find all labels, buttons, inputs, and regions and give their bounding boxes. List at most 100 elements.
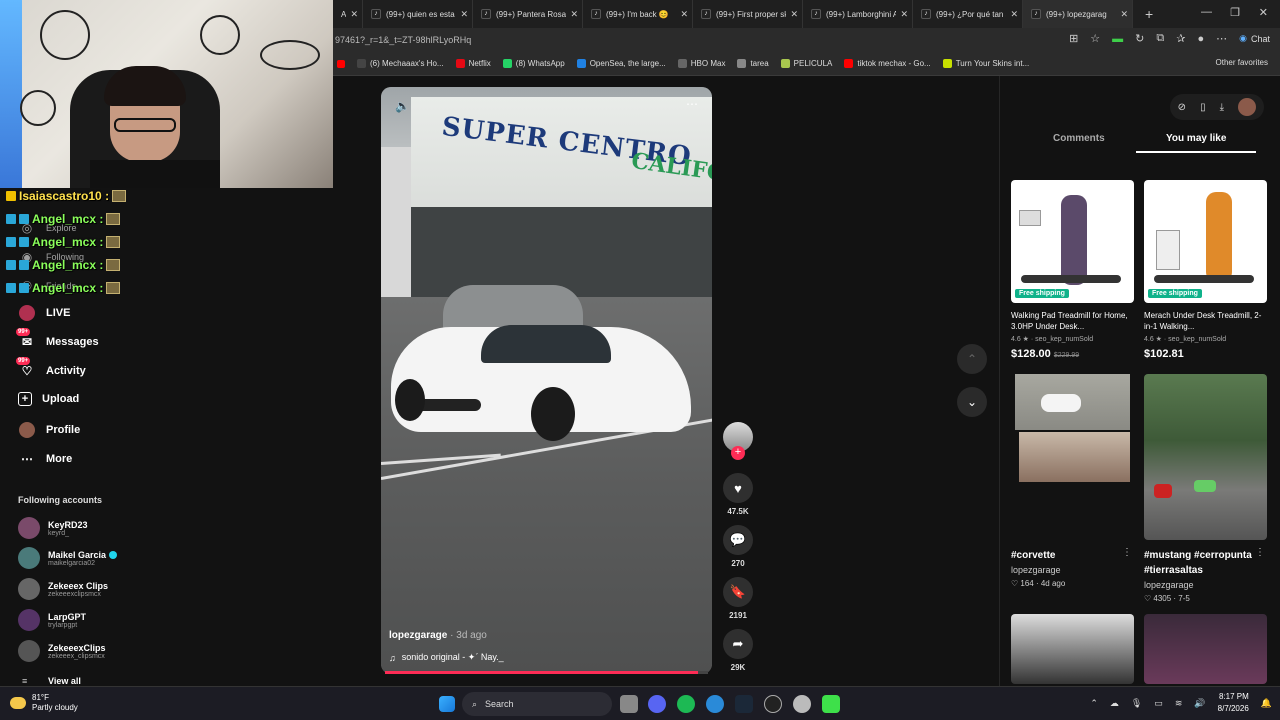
display-icon[interactable]: ▭: [1154, 698, 1163, 709]
youtube-icon[interactable]: [337, 59, 345, 68]
close-icon[interactable]: ✕: [900, 9, 908, 20]
next-video-button[interactable]: ⌄: [957, 387, 987, 417]
heart-icon[interactable]: ♥: [723, 473, 753, 503]
url-text[interactable]: 97461?_r=1&_t=ZT-98hlRLyoRHq: [335, 35, 471, 45]
browser-tab-partial[interactable]: A ✕: [333, 0, 363, 28]
browser-tab[interactable]: ♪ (99+) I'm back 😊 ✕: [583, 0, 693, 28]
more-options-icon[interactable]: ⋮: [1122, 547, 1132, 558]
close-icon[interactable]: ✕: [1010, 9, 1018, 20]
product-card[interactable]: Free shipping Walking Pad Treadmill for …: [1011, 180, 1134, 360]
cloud-icon[interactable]: ☁: [1110, 698, 1119, 709]
copilot-chat-button[interactable]: ◉ Chat: [1239, 33, 1270, 44]
browser-tab[interactable]: ♪ (99+) First proper sk ✕: [693, 0, 803, 28]
settings-icon[interactable]: [793, 695, 811, 713]
phone-icon[interactable]: ▯: [1200, 102, 1206, 113]
comment-icon[interactable]: 💬: [723, 525, 753, 555]
product-thumbnail[interactable]: Free shipping: [1144, 180, 1267, 303]
favorite-link[interactable]: PELICULA: [780, 59, 832, 68]
sidebar-item-profile[interactable]: Profile: [18, 421, 80, 439]
following-account[interactable]: KeyRD23 keyrd_: [18, 517, 88, 539]
new-tab-button[interactable]: +: [1145, 6, 1153, 22]
download-icon[interactable]: ⤓: [1220, 102, 1224, 113]
favorite-link[interactable]: tarea: [737, 59, 769, 68]
browser-tab-active[interactable]: ♪ (99+) lopezgarag ✕: [1023, 0, 1133, 28]
following-account[interactable]: LarpGPT trylarpgpt: [18, 609, 86, 631]
browser-tab[interactable]: ♪ (99+) ¿Por qué tan sc ✕: [913, 0, 1023, 28]
mute-icon[interactable]: 🔈: [395, 99, 410, 113]
view-all-link[interactable]: View all: [48, 676, 81, 686]
follow-plus-button[interactable]: +: [731, 446, 745, 460]
kick-icon[interactable]: [822, 695, 840, 713]
discord-icon[interactable]: [648, 695, 666, 713]
steam-icon[interactable]: [735, 695, 753, 713]
spotify-icon[interactable]: [677, 695, 695, 713]
tab-you-may-like[interactable]: You may like: [1166, 133, 1226, 144]
windows-start-icon[interactable]: [439, 696, 455, 712]
sidebar-item-live[interactable]: LIVE: [18, 304, 70, 322]
related-video-card[interactable]: ⋮ #corvette lopezgarage ♡ 164 · 4d ago: [1011, 374, 1134, 588]
favorite-link[interactable]: (6) Mechaaax's Ho...: [357, 59, 444, 68]
share-icon[interactable]: ➦: [723, 629, 753, 659]
notification-icon[interactable]: 🔔: [1261, 698, 1272, 709]
following-account[interactable]: Zekeeex Clips zekeeexclipsmcx: [18, 578, 108, 600]
favorite-star-icon[interactable]: ☆: [1090, 32, 1100, 45]
close-icon[interactable]: ✕: [460, 9, 468, 20]
minimize-icon[interactable]: —: [1201, 6, 1212, 18]
related-video-card[interactable]: ⋮ #mustang #cerropunta #tierrasaltas lop…: [1144, 374, 1267, 603]
browser-tab[interactable]: ♪ (99+) Pantera Rosa h ✕: [473, 0, 583, 28]
following-account[interactable]: ZekeeexClips zekeeex_clipsmcx: [18, 640, 106, 662]
like-button[interactable]: ♥ 47.5K: [723, 473, 753, 516]
tab-comments[interactable]: Comments: [1053, 133, 1105, 144]
sidebar-item-activity[interactable]: ♡ 99+ Activity: [16, 357, 86, 380]
product-thumbnail[interactable]: Free shipping: [1011, 180, 1134, 303]
sidebar-item-more[interactable]: ⋯ More: [18, 450, 72, 468]
extension-icon[interactable]: ▬: [1112, 33, 1123, 45]
other-favorites-folder[interactable]: Other favorites: [1216, 58, 1268, 67]
wifi-icon[interactable]: ≋: [1175, 698, 1183, 709]
more-options-icon[interactable]: ⋯: [1216, 32, 1227, 45]
bookmark-icon[interactable]: 🔖: [723, 577, 753, 607]
favorite-link[interactable]: (8) WhatsApp: [502, 59, 565, 68]
related-video-thumbnail[interactable]: [1011, 374, 1134, 544]
split-screen-icon[interactable]: ⊞: [1069, 32, 1078, 45]
related-video-thumbnail[interactable]: [1144, 614, 1267, 684]
product-card[interactable]: Free shipping Merach Under Desk Treadmil…: [1144, 180, 1267, 360]
close-window-icon[interactable]: ✕: [1259, 6, 1268, 19]
related-video-thumbnail[interactable]: [1144, 374, 1267, 540]
chevron-up-icon[interactable]: ⌃: [1090, 698, 1098, 709]
video-caption-user[interactable]: lopezgarage · 3d ago: [389, 630, 487, 641]
more-options-icon[interactable]: ⋮: [1255, 547, 1265, 558]
favorites-icon[interactable]: ✰: [1176, 32, 1185, 45]
video-more-icon[interactable]: ⋯: [686, 97, 698, 111]
video-sound[interactable]: ♫ sonido original - ✦ˊ Nay._: [389, 652, 504, 663]
favorite-link[interactable]: Netflix: [455, 59, 491, 68]
video-player[interactable]: SUPER CENTRO CALIFORN 🔈 ⋯: [381, 87, 712, 674]
browser-tab[interactable]: ♪ (99+) Lamborghini A ✕: [803, 0, 913, 28]
refresh-extension-icon[interactable]: ↻: [1135, 32, 1144, 45]
address-bar[interactable]: 97461?_r=1&_t=ZT-98hlRLyoRHq ⊞ ☆ ▬ ↻ ⧉ ✰…: [333, 28, 1280, 52]
maximize-icon[interactable]: ❐: [1230, 6, 1240, 19]
edge-icon[interactable]: [706, 695, 724, 713]
compass-icon[interactable]: ⊘: [1178, 102, 1186, 113]
obs-icon[interactable]: [764, 695, 782, 713]
taskbar-clock[interactable]: 8:17 PM 8/7/2026: [1218, 691, 1249, 715]
video-progress-bar[interactable]: [385, 671, 708, 674]
volume-icon[interactable]: 🔊: [1194, 698, 1205, 709]
previous-video-button[interactable]: ⌃: [957, 344, 987, 374]
user-avatar[interactable]: [1238, 98, 1256, 116]
weather-widget[interactable]: 81°F Partly cloudy: [10, 693, 78, 713]
profile-avatar-icon[interactable]: ●: [1197, 33, 1204, 45]
share-button[interactable]: ➦ 29K: [723, 629, 753, 672]
favorite-link[interactable]: tiktok mechax - Go...: [844, 59, 931, 68]
sidebar-item-upload[interactable]: + Upload: [18, 392, 79, 406]
close-icon[interactable]: ✕: [790, 9, 798, 20]
close-icon[interactable]: ✕: [1120, 9, 1128, 20]
favorite-link[interactable]: HBO Max: [677, 59, 725, 68]
close-icon[interactable]: ✕: [350, 9, 358, 20]
speaker-icon[interactable]: ♪: [1031, 9, 1041, 19]
browser-tab[interactable]: ♪ (99+) quien es esta b ✕: [363, 0, 473, 28]
task-view-icon[interactable]: [620, 695, 638, 713]
following-account[interactable]: Maikel Garcia maikelgarcia02: [18, 547, 118, 569]
favorite-link[interactable]: Turn Your Skins int...: [942, 59, 1029, 68]
save-button[interactable]: 🔖 2191: [723, 577, 753, 620]
